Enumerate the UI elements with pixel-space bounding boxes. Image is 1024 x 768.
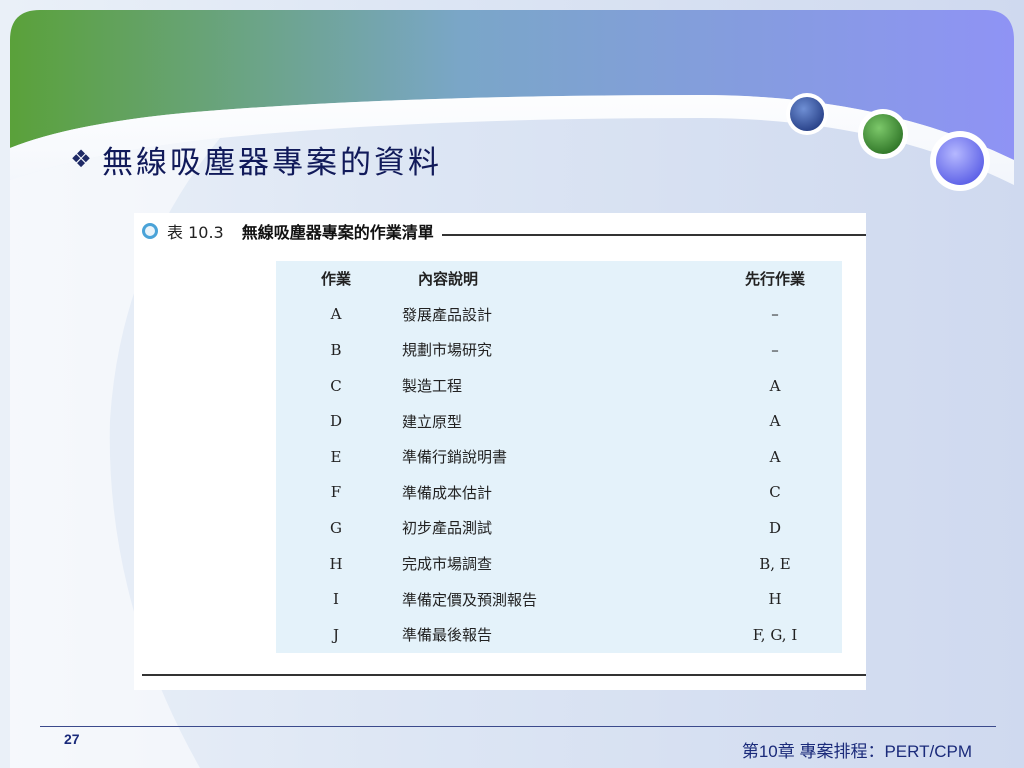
description-cell: 準備成本估計 — [402, 483, 493, 502]
predecessors-cell: F, G, I — [752, 625, 798, 644]
predecessors-cell: H — [768, 590, 782, 609]
predecessors-cell: C — [769, 483, 781, 502]
description-cell: 建立原型 — [402, 412, 463, 431]
predecessors-cell: – — [771, 305, 779, 324]
diamond-bullet-icon: ❖ — [70, 145, 92, 173]
activity-table: 作業 內容說明 先行作業 A 發展產品設計 – B 規劃市場研究 – C 製造工… — [276, 261, 842, 653]
table-row: A 發展產品設計 – — [276, 297, 842, 333]
footer-chapter-title: 第10章 專案排程：PERT/CPM — [741, 742, 972, 761]
description-cell: 準備最後報告 — [402, 626, 493, 645]
description-cell: 發展產品設計 — [402, 305, 493, 324]
activity-cell: H — [329, 554, 343, 573]
predecessors-cell: – — [771, 340, 779, 359]
activity-cell: E — [330, 447, 342, 466]
predecessors-cell: A — [769, 376, 781, 395]
decorative-circle-violet-icon — [930, 131, 990, 191]
table-row: D 建立原型 A — [276, 403, 842, 439]
caption-bullet-icon — [142, 223, 158, 239]
footer-divider — [40, 726, 996, 727]
slide-title: 無線吸塵器專案的資料 — [102, 144, 442, 181]
table-row: C 製造工程 A — [276, 368, 842, 404]
activity-cell: I — [333, 590, 339, 609]
description-cell: 初步產品測試 — [402, 519, 493, 538]
page-number: 27 — [64, 731, 80, 747]
table-bottom-rule — [142, 674, 866, 676]
table-row: E 準備行銷說明書 A — [276, 439, 842, 475]
description-cell: 準備行銷說明書 — [402, 448, 508, 467]
table-row: H 完成市場調查 B, E — [276, 546, 842, 582]
caption-title: 無線吸塵器專案的作業清單 — [241, 223, 434, 242]
table-row: I 準備定價及預測報告 H — [276, 581, 842, 617]
column-header-activity: 作業 — [320, 270, 351, 289]
activity-cell: G — [330, 518, 342, 537]
activity-cell: A — [330, 305, 342, 324]
caption-rule — [441, 234, 866, 236]
figure-caption: 表 10.3 無線吸塵器專案的作業清單 — [142, 219, 866, 243]
caption-label: 表 10.3 — [167, 223, 224, 242]
table-row: J 準備最後報告 F, G, I — [276, 617, 842, 653]
activity-cell: B — [330, 340, 342, 359]
activity-table-panel: 作業 內容說明 先行作業 A 發展產品設計 – B 規劃市場研究 – C 製造工… — [276, 261, 842, 653]
predecessors-cell: A — [769, 412, 781, 431]
table-row: G 初步產品測試 D — [276, 510, 842, 546]
predecessors-cell: A — [769, 447, 781, 466]
activity-cell: C — [330, 376, 342, 395]
description-cell: 製造工程 — [402, 377, 463, 396]
activity-cell: J — [332, 625, 339, 644]
table-header-row: 作業 內容說明 先行作業 — [276, 261, 842, 297]
decorative-circle-green-icon — [858, 109, 908, 159]
activity-cell: D — [329, 412, 343, 431]
title-row: ❖ 無線吸塵器專案的資料 — [66, 138, 442, 181]
column-header-description: 內容說明 — [418, 270, 479, 289]
description-cell: 規劃市場研究 — [402, 341, 493, 360]
column-header-predecessors: 先行作業 — [744, 270, 805, 289]
table-figure: 表 10.3 無線吸塵器專案的作業清單 作業 內容說明 先行作業 A 發展產品設… — [134, 213, 866, 690]
activity-cell: F — [330, 483, 342, 502]
description-cell: 完成市場調查 — [402, 555, 493, 574]
table-row: F 準備成本估計 C — [276, 475, 842, 511]
description-cell: 準備定價及預測報告 — [402, 590, 538, 609]
predecessors-cell: B, E — [759, 554, 791, 573]
decorative-circle-blue-icon — [786, 93, 828, 135]
table-row: B 規劃市場研究 – — [276, 332, 842, 368]
predecessors-cell: D — [768, 518, 782, 537]
